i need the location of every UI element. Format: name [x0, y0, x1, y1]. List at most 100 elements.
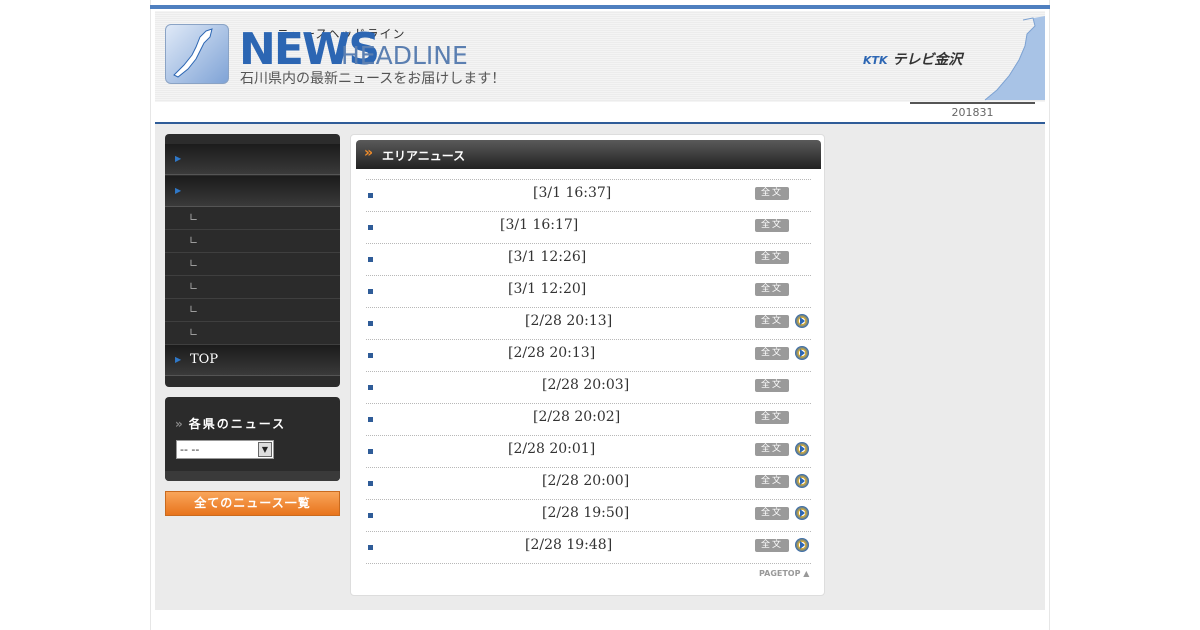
- full-text-button[interactable]: 全文: [755, 219, 789, 232]
- full-text-button[interactable]: 全文: [755, 539, 789, 552]
- bullet-icon: [368, 257, 373, 262]
- bullet-icon: [368, 321, 373, 326]
- nav-subitem-2[interactable]: ∟: [165, 230, 340, 253]
- sidebar-nav: ▶ ▶ ∟ ∟ ∟ ∟ ∟ ∟ ▶ TOP: [165, 134, 340, 387]
- prefecture-box-footer: [165, 471, 340, 481]
- full-text-button[interactable]: 全文: [755, 251, 789, 264]
- nav-subitem-6[interactable]: ∟: [165, 322, 340, 345]
- news-date: [2/28 20:02]: [533, 409, 621, 425]
- list-item[interactable]: [3/1 12:26] 全文: [366, 243, 811, 275]
- list-end-divider: [366, 563, 811, 565]
- nav-item-top[interactable]: ▶ TOP: [165, 345, 340, 376]
- site-header: ニュースヘッドライン NEWS HEADLINE 石川県内の最新ニュースをお届け…: [155, 11, 1045, 102]
- news-date: [3/1 16:37]: [533, 185, 612, 201]
- sub-item-corner-icon: ∟: [189, 234, 199, 247]
- full-text-button[interactable]: 全文: [755, 379, 789, 392]
- video-play-icon[interactable]: [795, 442, 809, 456]
- news-date: [3/1 16:17]: [500, 217, 579, 233]
- prefecture-select-value: -- --: [180, 443, 200, 456]
- ishikawa-map-icon: [984, 16, 1045, 101]
- bullet-icon: [368, 513, 373, 518]
- sub-item-corner-icon: ∟: [189, 303, 199, 316]
- list-item[interactable]: [2/28 19:50] 全文: [366, 499, 811, 531]
- area-news-title: エリアニュース: [382, 149, 466, 163]
- list-item[interactable]: [2/28 20:03] 全文: [366, 371, 811, 403]
- news-date: [2/28 20:03]: [542, 377, 630, 393]
- news-date: [2/28 20:01]: [508, 441, 596, 457]
- list-item[interactable]: [2/28 20:02] 全文: [366, 403, 811, 435]
- full-text-button[interactable]: 全文: [755, 443, 789, 456]
- station-logo[interactable]: KTK テレビ金沢: [863, 49, 962, 69]
- full-text-button[interactable]: 全文: [755, 475, 789, 488]
- arrow-right-icon: ▶: [175, 186, 182, 195]
- bullet-icon: [368, 193, 373, 198]
- full-text-button[interactable]: 全文: [755, 411, 789, 424]
- news-date: [3/1 12:20]: [508, 281, 587, 297]
- nav-item-1[interactable]: ▶: [165, 144, 340, 175]
- news-date: [2/28 20:00]: [542, 473, 630, 489]
- nav-subitem-1[interactable]: ∟: [165, 207, 340, 230]
- prefecture-select[interactable]: -- -- ▼: [176, 440, 274, 459]
- nav-subitem-3[interactable]: ∟: [165, 253, 340, 276]
- video-play-icon[interactable]: [795, 538, 809, 552]
- sub-item-corner-icon: ∟: [189, 211, 199, 224]
- bullet-icon: [368, 449, 373, 454]
- news-date: [2/28 19:48]: [525, 537, 613, 553]
- list-item[interactable]: [2/28 20:13] 全文: [366, 307, 811, 339]
- full-text-button[interactable]: 全文: [755, 347, 789, 360]
- news-list: [3/1 16:37] 全文 [3/1 16:17] 全文 [3/1 12:26…: [366, 179, 811, 565]
- area-news-header: » エリアニュース: [356, 140, 821, 169]
- nav-subitem-4[interactable]: ∟: [165, 276, 340, 299]
- nav-item-2[interactable]: ▶: [165, 176, 340, 207]
- nav-subitem-5[interactable]: ∟: [165, 299, 340, 322]
- sub-item-corner-icon: ∟: [189, 257, 199, 270]
- arrow-right-icon: ▶: [175, 154, 182, 163]
- list-item[interactable]: [2/28 20:00] 全文: [366, 467, 811, 499]
- ktk-mark: KTK: [863, 54, 888, 67]
- full-text-button[interactable]: 全文: [755, 315, 789, 328]
- double-chevron-icon: »: [175, 417, 185, 431]
- update-date: 201831: [910, 102, 1035, 119]
- sub-item-corner-icon: ∟: [189, 280, 199, 293]
- pagetop-link[interactable]: PAGETOP ▲: [759, 569, 809, 578]
- bullet-icon: [368, 481, 373, 486]
- full-text-button[interactable]: 全文: [755, 187, 789, 200]
- video-play-icon[interactable]: [795, 506, 809, 520]
- bullet-icon: [368, 225, 373, 230]
- site-tagline: 石川県内の最新ニュースをお届けします！: [240, 71, 506, 87]
- prefecture-news-box: » 各県のニュース -- -- ▼: [165, 397, 340, 481]
- full-text-button[interactable]: 全文: [755, 283, 789, 296]
- ishikawa-map-logo-icon[interactable]: [165, 24, 229, 84]
- bullet-icon: [368, 417, 373, 422]
- bullet-icon: [368, 385, 373, 390]
- dropdown-arrow-icon[interactable]: ▼: [258, 442, 272, 457]
- list-item[interactable]: [3/1 16:37] 全文: [366, 179, 811, 211]
- double-chevron-icon: »: [364, 145, 373, 161]
- list-item[interactable]: [2/28 20:13] 全文: [366, 339, 811, 371]
- bullet-icon: [368, 289, 373, 294]
- news-date: [2/28 19:50]: [542, 505, 630, 521]
- arrow-right-icon: ▶: [175, 355, 182, 364]
- video-play-icon[interactable]: [795, 346, 809, 360]
- prefecture-news-title: » 各県のニュース: [175, 415, 286, 432]
- nav-item-label: TOP: [190, 352, 219, 367]
- news-date: [3/1 12:26]: [508, 249, 587, 265]
- bullet-icon: [368, 353, 373, 358]
- logo-headline: HEADLINE: [341, 41, 468, 70]
- news-date: [2/28 20:13]: [525, 313, 613, 329]
- full-text-button[interactable]: 全文: [755, 507, 789, 520]
- list-item[interactable]: [3/1 16:17] 全文: [366, 211, 811, 243]
- news-date: [2/28 20:13]: [508, 345, 596, 361]
- video-play-icon[interactable]: [795, 314, 809, 328]
- sub-item-corner-icon: ∟: [189, 326, 199, 339]
- list-item[interactable]: [2/28 19:48] 全文: [366, 531, 811, 563]
- all-news-button[interactable]: 全てのニュース一覧: [165, 491, 340, 516]
- top-accent-line: [150, 5, 1050, 9]
- station-name: テレビ金沢: [892, 52, 963, 68]
- list-item[interactable]: [2/28 20:01] 全文: [366, 435, 811, 467]
- bullet-icon: [368, 545, 373, 550]
- video-play-icon[interactable]: [795, 474, 809, 488]
- prefecture-title-text: 各県のニュース: [188, 417, 287, 431]
- area-news-panel: » エリアニュース [3/1 16:37] 全文 [3/1 16:17] 全文 …: [350, 134, 825, 596]
- list-item[interactable]: [3/1 12:20] 全文: [366, 275, 811, 307]
